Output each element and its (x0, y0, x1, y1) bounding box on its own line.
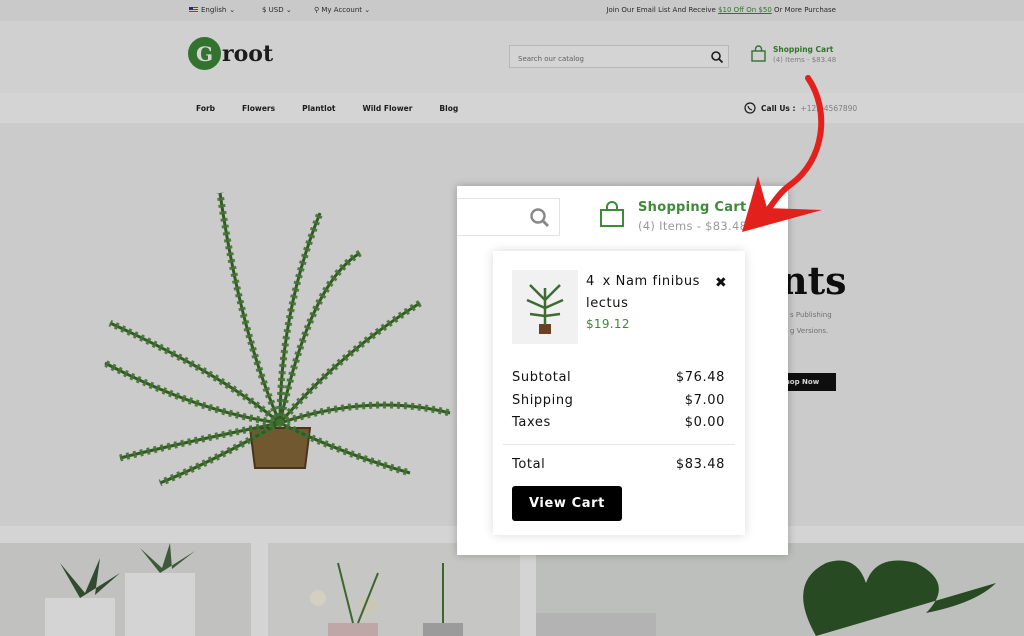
hero-description-line1: s Publishing (790, 311, 832, 319)
search-icon[interactable] (529, 207, 551, 229)
flowers-banner[interactable] (268, 543, 520, 636)
call-us: Call Us : +123-4567890 (744, 102, 857, 114)
houseplant-image (536, 560, 996, 636)
shipping-label: Shipping (512, 393, 574, 408)
nav-item-plantlot[interactable]: Plantlot (302, 104, 335, 113)
chevron-down-icon: ⌄ (364, 6, 371, 14)
cart-dropdown: 4 x Nam finibus lectus $19.12 ✖ Subtotal… (493, 251, 745, 535)
currency-label: $ USD (262, 6, 284, 14)
nav-item-forb[interactable]: Forb (196, 104, 215, 113)
total-label: Total (512, 457, 546, 472)
taxes-value: $0.00 (684, 415, 725, 430)
shipping-value: $7.00 (684, 393, 725, 408)
logo[interactable]: G root (188, 37, 273, 70)
main-nav: Forb Flowers Plantlot Wild Flower Blog (0, 93, 1024, 123)
hero-description-line2: g Versions. (790, 327, 829, 335)
taxes-row: Taxes $0.00 (512, 415, 725, 430)
logo-letter: G (195, 41, 214, 66)
nav-item-flowers[interactable]: Flowers (242, 104, 275, 113)
search-icon[interactable] (710, 50, 724, 64)
nav-item-wild-flower[interactable]: Wild Flower (362, 104, 412, 113)
view-cart-button[interactable]: View Cart (512, 486, 622, 521)
zoomed-cart[interactable]: Shopping Cart (4) Items - $83.48 (598, 200, 747, 233)
user-icon: ⚲ (314, 6, 320, 14)
promo-prefix: Join Our Email List And Receive (606, 6, 716, 14)
chevron-down-icon: ⌄ (229, 6, 236, 14)
remove-item-icon[interactable]: ✖ (715, 275, 727, 291)
palm-plant-image (526, 284, 564, 334)
nav-item-blog[interactable]: Blog (439, 104, 458, 113)
language-label: English (201, 6, 227, 14)
account-menu[interactable]: ⚲ My Account ⌄ (314, 6, 370, 14)
succulent-banner[interactable] (0, 543, 251, 636)
logo-text: root (222, 40, 274, 67)
hero-title: nts (780, 258, 847, 303)
search-box (509, 45, 729, 70)
subtotal-row: Subtotal $76.48 (512, 370, 725, 385)
logo-badge: G (188, 37, 221, 70)
call-number: +123-4567890 (800, 103, 858, 113)
product-thumbnail[interactable] (512, 270, 578, 344)
currency-selector[interactable]: $ USD ⌄ (262, 6, 292, 14)
succulent-image (45, 543, 195, 636)
header: G root Shopping Cart (4) Items - $83.48 (0, 21, 1024, 93)
houseplant-banner[interactable] (536, 543, 1024, 636)
us-flag-icon (189, 7, 198, 13)
flowers-image (310, 562, 463, 636)
chevron-down-icon: ⌄ (285, 6, 292, 14)
promo-text: Join Our Email List And Receive $10 Off … (606, 6, 836, 14)
total-value: $83.48 (675, 457, 725, 472)
promo-link[interactable]: $10 Off On $50 (718, 6, 772, 14)
cart-title: Shopping Cart (773, 45, 834, 54)
total-row: Total $83.48 (512, 457, 725, 472)
top-bar: English ⌄ $ USD ⌄ ⚲ My Account ⌄ Join Ou… (0, 0, 1024, 21)
language-selector[interactable]: English ⌄ (189, 6, 235, 14)
shopping-bag-icon (751, 45, 766, 62)
subtotal-value: $76.48 (675, 370, 725, 385)
search-input[interactable] (510, 48, 700, 70)
promo-suffix: Or More Purchase (774, 6, 836, 14)
cart-summary: (4) Items - $83.48 (773, 56, 837, 64)
product-price: $19.12 (586, 317, 630, 331)
cart-title: Shopping Cart (638, 200, 747, 215)
account-label: My Account (321, 6, 363, 14)
zoomed-search-box (457, 198, 560, 236)
product-quantity: 4 x (586, 274, 611, 289)
taxes-label: Taxes (512, 415, 551, 430)
shopping-bag-icon (600, 201, 624, 227)
subtotal-label: Subtotal (512, 370, 572, 385)
call-label: Call Us : (761, 103, 796, 113)
cart-summary: (4) Items - $83.48 (638, 219, 748, 233)
header-cart[interactable]: Shopping Cart (4) Items - $83.48 (750, 45, 836, 64)
divider (503, 444, 735, 445)
shipping-row: Shipping $7.00 (512, 393, 725, 408)
whatsapp-icon (744, 102, 756, 114)
product-title[interactable]: 4 x Nam finibus lectus (586, 271, 706, 315)
